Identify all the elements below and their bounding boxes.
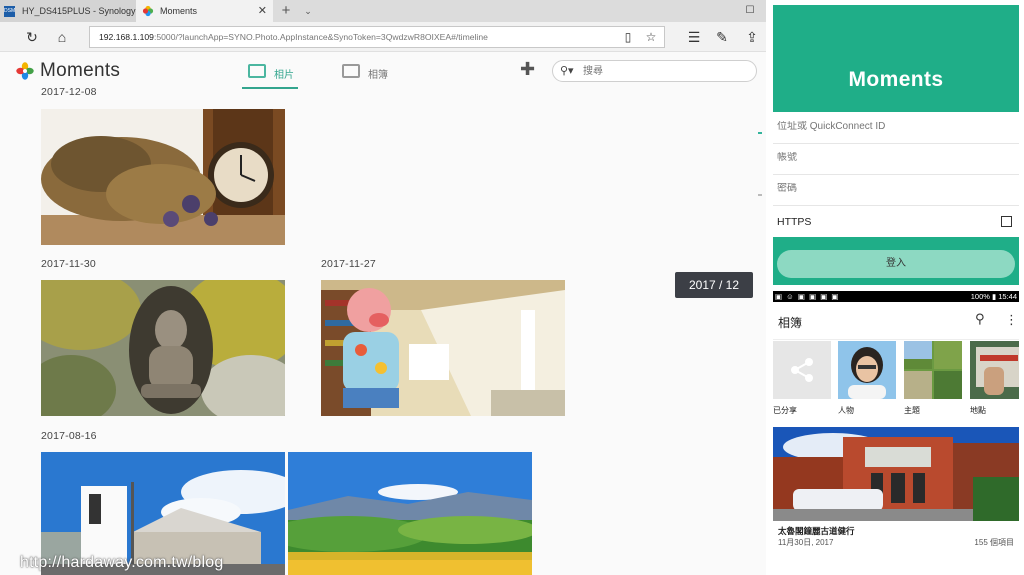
timeline: 2017-12-08 2017-11-30 2017-11-27 2017-08… bbox=[0, 86, 766, 575]
date-label: 2017-08-16 bbox=[41, 430, 97, 442]
watermark-text: http://hardaway.com.tw/blog bbox=[20, 554, 224, 571]
password-field[interactable] bbox=[773, 175, 1019, 206]
photo-stone-buddha[interactable] bbox=[41, 280, 285, 416]
mobile-login-screen: Moments HTTPS 登入 bbox=[773, 0, 1024, 289]
album-cover-image[interactable] bbox=[773, 427, 1019, 521]
shared-thumb bbox=[773, 341, 831, 399]
browser-tab-dsm[interactable]: DSM HY_DS415PLUS - Synology I bbox=[0, 0, 136, 22]
date-scroll-indicator: 2017 / 12 bbox=[675, 272, 753, 298]
url-text[interactable]: 192.168.1.109:5000/?launchApp=SYNO.Photo… bbox=[99, 27, 609, 47]
close-tab-icon[interactable]: ✕ bbox=[258, 0, 267, 22]
people-thumb bbox=[838, 341, 896, 399]
app-title: Moments bbox=[40, 60, 121, 81]
dsm-favicon-icon: DSM bbox=[4, 6, 15, 17]
status-icons: ▣ ☺ ▣ ▣ ▣ ▣ bbox=[775, 292, 840, 301]
search-icon[interactable]: ⚲▾ bbox=[560, 64, 574, 77]
active-tab-indicator bbox=[242, 87, 298, 89]
album-title: 太魯閣鐘麗古道健行 bbox=[778, 526, 855, 536]
maximize-icon[interactable]: ☐ bbox=[738, 0, 762, 22]
photo-mountain-lilies[interactable] bbox=[288, 452, 532, 575]
search-box[interactable]: ⚲▾ bbox=[552, 60, 757, 82]
scroll-tick[interactable] bbox=[758, 132, 762, 134]
status-bar: ▣ ☺ ▣ ▣ ▣ ▣ 100% ▮ 15:44 bbox=[773, 291, 1019, 302]
https-label: HTTPS bbox=[777, 216, 812, 228]
date-label: 2017-11-30 bbox=[41, 258, 96, 270]
category-label: 地點 bbox=[970, 406, 986, 415]
scroll-tick[interactable] bbox=[758, 194, 762, 196]
refresh-icon[interactable]: ↻ bbox=[22, 27, 42, 47]
photo-cafe-mascot[interactable] bbox=[321, 280, 565, 416]
album-date: 11月30日, 2017 bbox=[778, 538, 834, 547]
photo-icon bbox=[248, 64, 266, 78]
home-icon[interactable]: ⌂ bbox=[52, 27, 72, 47]
date-label: 2017-11-27 bbox=[321, 258, 376, 270]
https-checkbox[interactable] bbox=[1001, 216, 1012, 227]
login-button-area: 登入 bbox=[773, 237, 1019, 285]
more-menu-icon[interactable]: ⋮ bbox=[1005, 312, 1018, 328]
status-time: 100% ▮ 15:44 bbox=[970, 292, 1017, 301]
password-input[interactable] bbox=[777, 183, 1007, 194]
category-label: 主題 bbox=[904, 406, 920, 415]
reading-view-icon[interactable]: ▯ bbox=[620, 29, 636, 45]
add-button[interactable]: ✚ bbox=[520, 59, 535, 80]
tab-photos[interactable]: 相片 bbox=[242, 53, 298, 89]
album-icon bbox=[342, 64, 360, 78]
login-button[interactable]: 登入 bbox=[777, 250, 1015, 278]
category-label: 人物 bbox=[838, 406, 854, 415]
account-field[interactable] bbox=[773, 144, 1019, 175]
album-count: 155 個項目 bbox=[974, 538, 1014, 547]
favorite-star-icon[interactable]: ☆ bbox=[643, 29, 659, 45]
address-bar[interactable]: 192.168.1.109:5000/?launchApp=SYNO.Photo… bbox=[89, 26, 665, 48]
themes-thumb bbox=[904, 341, 962, 399]
moments-header: Moments 相片 相簿 ✚ ⚲▾ bbox=[0, 53, 766, 91]
share-icon bbox=[791, 358, 813, 382]
browser-tab-moments[interactable]: Moments ✕ bbox=[136, 0, 273, 22]
favorites-hub-icon[interactable]: ☰ bbox=[684, 27, 704, 47]
login-title: Moments bbox=[848, 68, 944, 91]
moments-favicon-icon bbox=[142, 5, 154, 17]
photo-dried-flowers-clock[interactable] bbox=[41, 109, 285, 245]
browser-window: DSM HY_DS415PLUS - Synology I Moments ✕ … bbox=[0, 0, 766, 575]
new-tab-icon[interactable]: + bbox=[276, 0, 296, 22]
places-thumb bbox=[970, 341, 1019, 399]
account-input[interactable] bbox=[777, 152, 1007, 163]
tab-list-chevron-icon[interactable]: ⌄ bbox=[298, 0, 318, 22]
category-people[interactable]: 人物 bbox=[838, 341, 898, 416]
app-bar: 相簿 ⚲ ⋮ bbox=[773, 302, 1019, 340]
tab-title: HY_DS415PLUS - Synology I bbox=[22, 6, 136, 16]
mobile-albums-screen: ▣ ☺ ▣ ▣ ▣ ▣ 100% ▮ 15:44 相簿 ⚲ ⋮ 已分享 人物 主… bbox=[773, 291, 1019, 575]
date-label: 2017-12-08 bbox=[41, 86, 97, 98]
tab-photos-label: 相片 bbox=[274, 70, 294, 81]
category-places[interactable]: 地點 bbox=[970, 341, 1019, 416]
search-icon[interactable]: ⚲ bbox=[975, 311, 985, 327]
address-input[interactable] bbox=[777, 121, 1007, 132]
share-icon[interactable]: ⇪ bbox=[742, 27, 762, 47]
web-note-icon[interactable]: ✎ bbox=[712, 27, 732, 47]
category-label: 已分享 bbox=[773, 406, 797, 415]
screen-title: 相簿 bbox=[778, 316, 803, 330]
category-shared[interactable]: 已分享 bbox=[773, 341, 833, 416]
tab-bar: DSM HY_DS415PLUS - Synology I Moments ✕ … bbox=[0, 0, 766, 22]
search-input[interactable] bbox=[583, 64, 748, 78]
browser-toolbar: ↻ ⌂ 192.168.1.109:5000/?launchApp=SYNO.P… bbox=[0, 22, 766, 52]
moments-logo-icon bbox=[16, 62, 34, 80]
tab-title: Moments bbox=[160, 6, 198, 16]
tab-albums-label: 相簿 bbox=[368, 70, 388, 81]
tab-albums[interactable]: 相簿 bbox=[336, 53, 392, 89]
address-field[interactable] bbox=[773, 113, 1019, 144]
https-row: HTTPS bbox=[773, 206, 1019, 237]
login-header: Moments bbox=[773, 5, 1019, 112]
category-themes[interactable]: 主題 bbox=[904, 341, 964, 416]
panel-divider bbox=[766, 0, 773, 575]
